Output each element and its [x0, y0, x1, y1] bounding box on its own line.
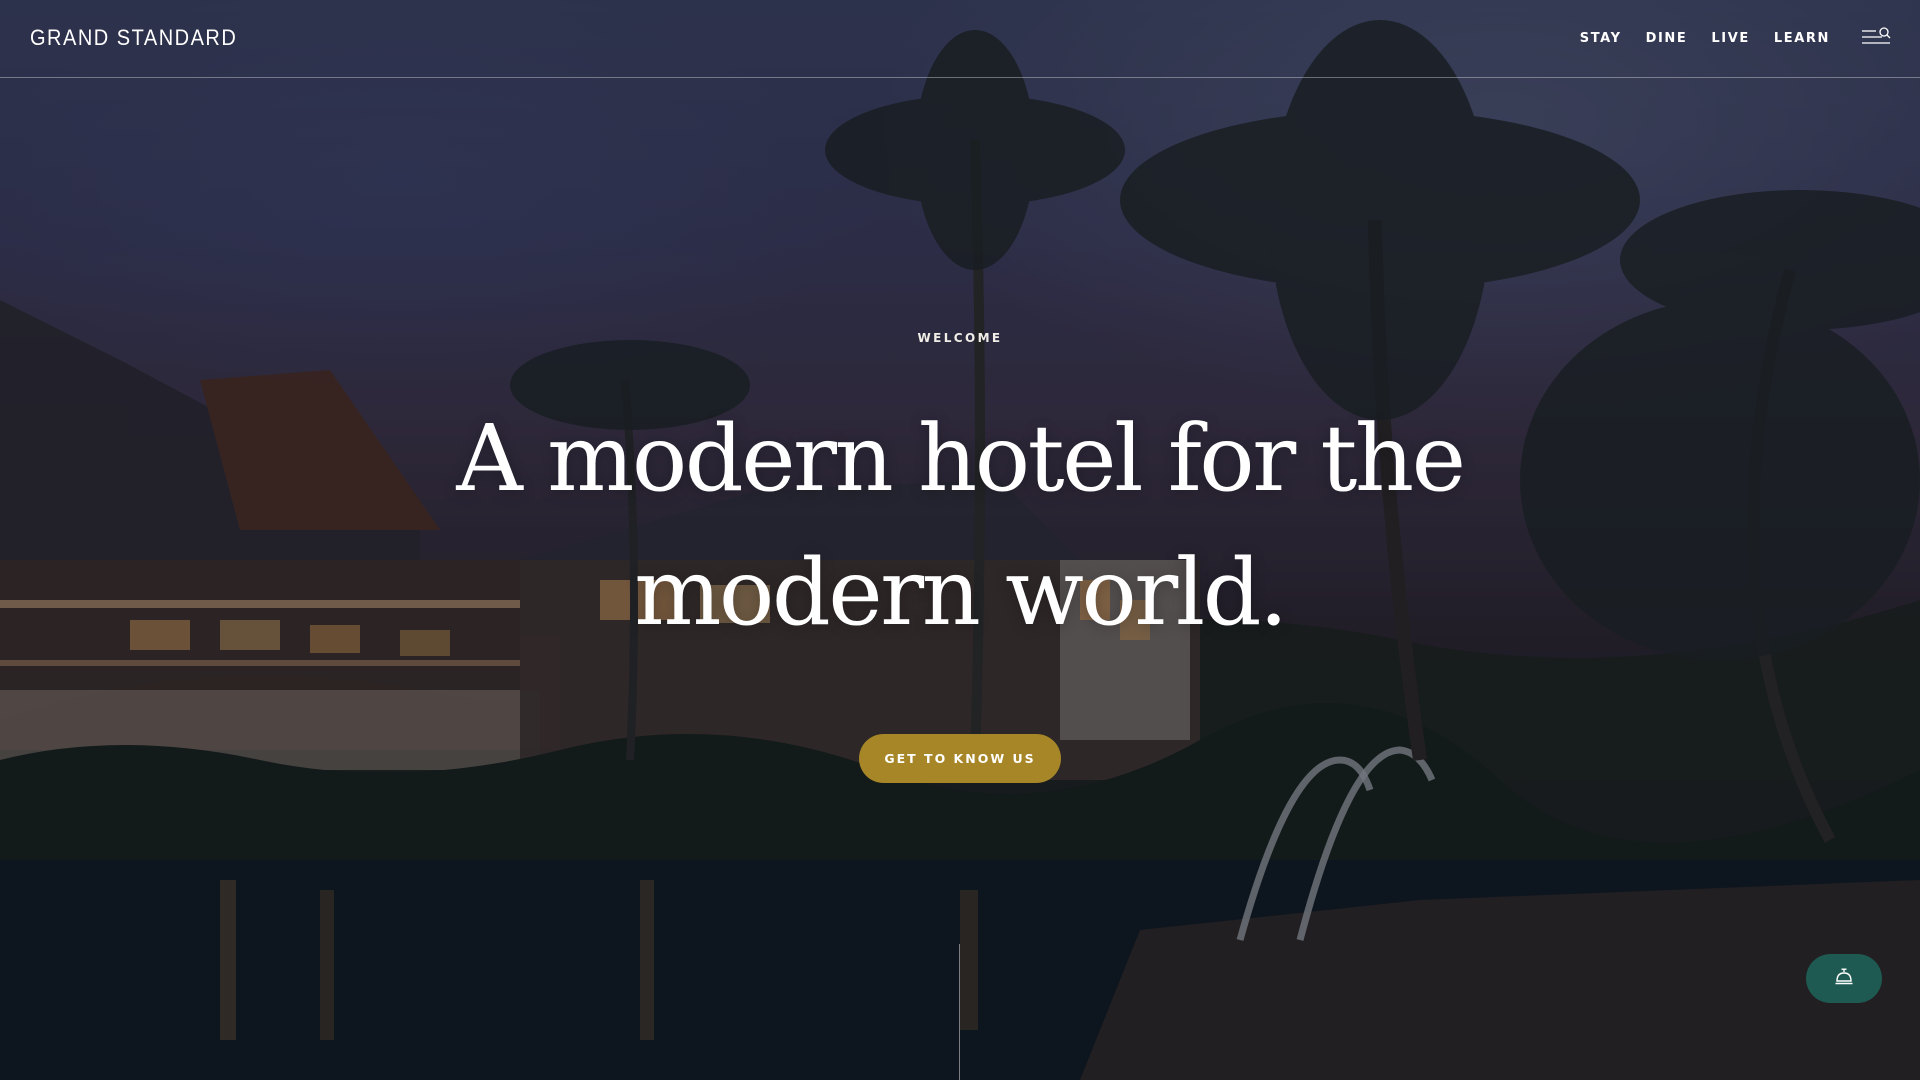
- headline-line-2: modern world.: [634, 539, 1288, 646]
- site-header: GRAND STANDARD STAY DINE LIVE LEARN: [0, 0, 1920, 78]
- nav-item-live[interactable]: LIVE: [1711, 31, 1749, 46]
- nav-item-learn[interactable]: LEARN: [1774, 31, 1830, 46]
- headline-line-1: A modern hotel for the: [456, 405, 1466, 512]
- scroll-indicator-line: [959, 944, 960, 1080]
- nav-item-dine[interactable]: DINE: [1646, 31, 1688, 46]
- get-to-know-us-button[interactable]: GET TO KNOW US: [859, 734, 1061, 783]
- nav-item-stay[interactable]: STAY: [1580, 31, 1622, 46]
- concierge-button[interactable]: [1806, 954, 1882, 1003]
- concierge-bell-icon: [1834, 968, 1854, 989]
- menu-search-icon[interactable]: [1860, 27, 1892, 47]
- hero-eyebrow: WELCOME: [917, 331, 1003, 345]
- main-nav: STAY DINE LIVE LEARN: [1580, 31, 1830, 46]
- hero-headline: A modern hotel for the modern world.: [360, 392, 1560, 660]
- brand-logo[interactable]: GRAND STANDARD: [30, 26, 237, 52]
